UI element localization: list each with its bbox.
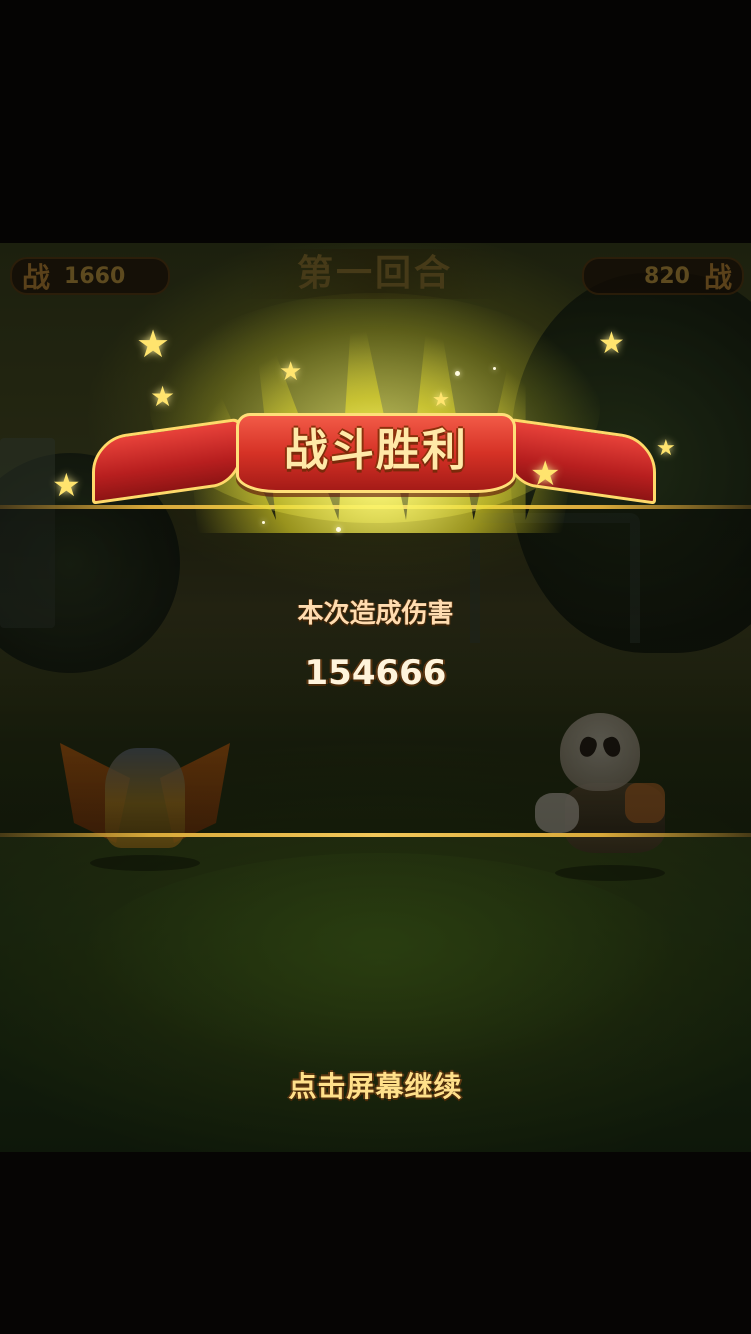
letterbox-bottom (0, 1152, 751, 1334)
letterbox-top (0, 0, 751, 243)
tap-anywhere-area[interactable] (0, 243, 751, 1152)
game-screen: 战 1660 第一回合 820 战 战斗胜利 ★ ★ ★ ★ ★ ★ ★ ★ 本… (0, 0, 751, 1334)
battle-scene: 战 1660 第一回合 820 战 战斗胜利 ★ ★ ★ ★ ★ ★ ★ ★ 本… (0, 243, 751, 1152)
